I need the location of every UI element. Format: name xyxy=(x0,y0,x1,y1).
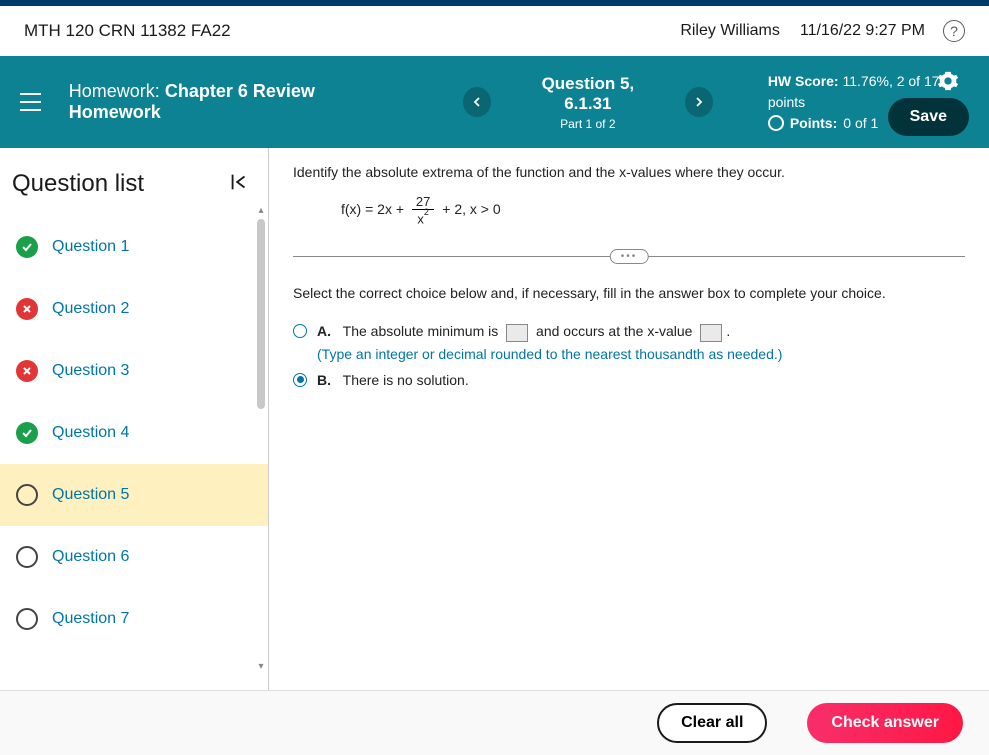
choice-b-letter: B. xyxy=(317,372,331,388)
sidebar-item-question-7[interactable]: Question 7 xyxy=(0,588,268,650)
radio-b[interactable] xyxy=(293,373,307,387)
footer: Clear all Check answer xyxy=(0,690,989,755)
hw-label: Homework: xyxy=(69,81,160,101)
sidebar-item-label: Question 3 xyxy=(52,362,129,380)
question-list-title: Question list xyxy=(12,170,144,198)
sidebar-item-question-5[interactable]: Question 5 xyxy=(0,464,268,526)
sidebar: Question list Question 1 Question 2 Ques… xyxy=(0,148,269,690)
question-formula: f(x) = 2x + 27 x2 + 2, x > 0 xyxy=(293,194,965,226)
empty-circle-icon xyxy=(16,608,38,630)
choice-a-letter: A. xyxy=(317,323,331,339)
check-icon xyxy=(16,236,38,258)
datetime: 11/16/22 9:27 PM xyxy=(800,22,925,40)
gear-icon[interactable] xyxy=(937,70,959,97)
fraction-denominator: x2 xyxy=(412,210,434,226)
sidebar-item-question-3[interactable]: Question 3 xyxy=(0,340,268,402)
answer-input-2[interactable] xyxy=(700,324,722,342)
save-button[interactable]: Save xyxy=(888,98,969,136)
cross-icon xyxy=(16,298,38,320)
empty-circle-icon xyxy=(16,484,38,506)
formula-prefix: f(x) = 2x + xyxy=(341,201,404,217)
choice-b-text: There is no solution. xyxy=(343,372,469,388)
sidebar-item-label: Question 2 xyxy=(52,300,129,318)
collapse-sidebar-icon[interactable] xyxy=(228,171,250,198)
divider-toggle[interactable]: ••• xyxy=(610,249,649,264)
question-number: Question 5, 6.1.31 xyxy=(521,74,655,114)
hw-score-label: HW Score: xyxy=(768,73,839,89)
main-area: Question list Question 1 Question 2 Ques… xyxy=(0,148,989,690)
choice-b[interactable]: B. There is no solution. xyxy=(293,372,965,388)
scroll-down-arrow[interactable]: ▾ xyxy=(254,659,268,673)
formula-suffix: + 2, x > 0 xyxy=(442,201,500,217)
divider: ••• xyxy=(293,256,965,257)
question-part: Part 1 of 2 xyxy=(521,117,655,131)
fraction: 27 x2 xyxy=(412,194,434,226)
user-name: Riley Williams xyxy=(680,22,780,40)
question-number-block: Question 5, 6.1.31 Part 1 of 2 xyxy=(521,74,655,131)
cross-icon xyxy=(16,360,38,382)
homework-title: Homework: Chapter 6 Review Homework xyxy=(69,81,393,123)
sidebar-item-label: Question 5 xyxy=(52,486,129,504)
sidebar-item-question-1[interactable]: Question 1 xyxy=(0,216,268,278)
answer-instructions: Select the correct choice below and, if … xyxy=(293,285,965,301)
clear-all-button[interactable]: Clear all xyxy=(657,703,767,743)
next-question-button[interactable] xyxy=(685,87,713,117)
sidebar-item-label: Question 6 xyxy=(52,548,129,566)
menu-icon[interactable] xyxy=(20,93,41,111)
sidebar-scrollbar[interactable]: ▴ ▾ xyxy=(254,203,268,673)
sidebar-item-question-4[interactable]: Question 4 xyxy=(0,402,268,464)
radio-a[interactable] xyxy=(293,324,307,338)
question-prompt: Identify the absolute extrema of the fun… xyxy=(293,164,965,180)
scroll-thumb[interactable] xyxy=(257,219,265,409)
check-answer-button[interactable]: Check answer xyxy=(807,703,963,743)
sidebar-item-question-6[interactable]: Question 6 xyxy=(0,526,268,588)
choice-a-hint: (Type an integer or decimal rounded to t… xyxy=(317,346,782,362)
help-icon[interactable]: ? xyxy=(943,20,965,42)
choice-a-body: The absolute minimum is and occurs at th… xyxy=(343,323,731,339)
check-icon xyxy=(16,422,38,444)
assignment-bar: Homework: Chapter 6 Review Homework Ques… xyxy=(0,56,989,148)
choice-a-text2: and occurs at the x-value xyxy=(536,323,692,339)
choice-a[interactable]: A. The absolute minimum is and occurs at… xyxy=(293,323,965,361)
empty-circle-icon xyxy=(16,546,38,568)
points-label: Points: xyxy=(790,113,837,134)
sidebar-item-question-2[interactable]: Question 2 xyxy=(0,278,268,340)
header-row: MTH 120 CRN 11382 FA22 Riley Williams 11… xyxy=(0,6,989,56)
question-content: Identify the absolute extrema of the fun… xyxy=(269,148,989,690)
scroll-up-arrow[interactable]: ▴ xyxy=(254,203,268,217)
prev-question-button[interactable] xyxy=(463,87,491,117)
sidebar-item-label: Question 7 xyxy=(52,610,129,628)
choice-a-text1: The absolute minimum is xyxy=(343,323,499,339)
answer-input-1[interactable] xyxy=(506,324,528,342)
points-value: 0 of 1 xyxy=(843,113,878,134)
sidebar-item-label: Question 4 xyxy=(52,424,129,442)
question-list: Question 1 Question 2 Question 3 Questio… xyxy=(0,216,268,676)
question-nav: Question 5, 6.1.31 Part 1 of 2 xyxy=(463,74,713,131)
sidebar-item-label: Question 1 xyxy=(52,238,129,256)
course-name: MTH 120 CRN 11382 FA22 xyxy=(24,21,231,41)
points-circle-icon xyxy=(768,115,784,131)
sidebar-header: Question list xyxy=(0,148,268,216)
